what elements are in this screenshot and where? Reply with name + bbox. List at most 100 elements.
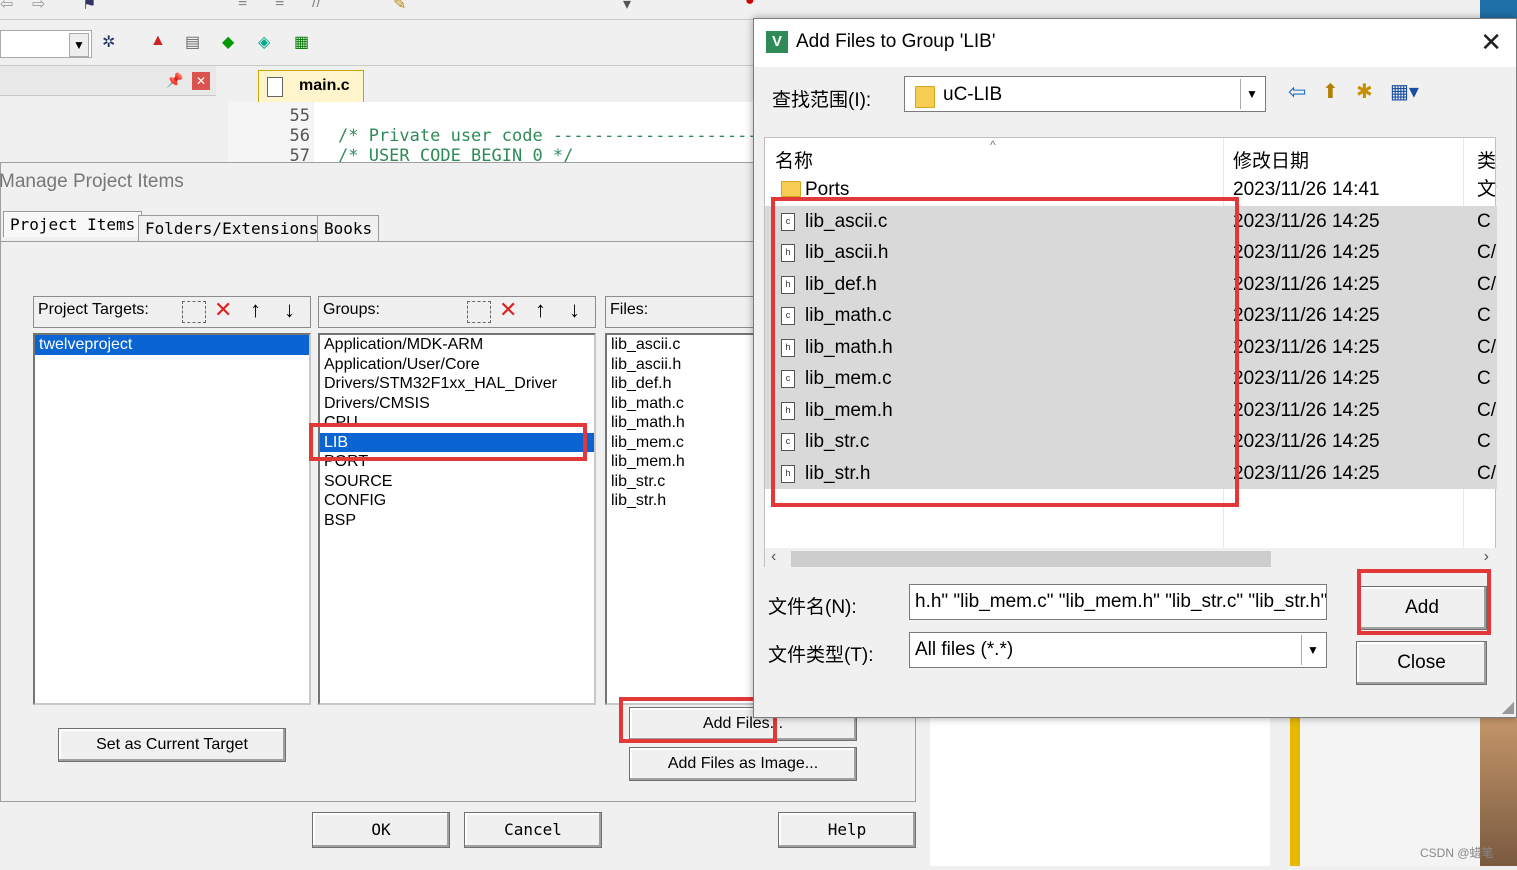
- targets-list[interactable]: twelveproject: [33, 333, 311, 705]
- list-item[interactable]: lib_str.h: [607, 491, 763, 511]
- debug-icon[interactable]: ●: [745, 0, 767, 14]
- new-folder-icon[interactable]: ✱: [1356, 79, 1373, 104]
- file-date: 2023/11/26 14:25: [1233, 462, 1380, 484]
- editor-area[interactable]: 55 56 57 /* Private user code ----------…: [228, 102, 829, 166]
- file-type: C/C++ Header: [1477, 273, 1497, 295]
- horizontal-scrollbar[interactable]: ‹ ›: [765, 548, 1497, 570]
- find-icon[interactable]: ✎: [393, 0, 415, 16]
- add-files-as-image-button[interactable]: Add Files as Image...: [629, 747, 857, 781]
- target-dropdown[interactable]: ▼: [0, 30, 92, 58]
- chevron-down-icon: ▼: [69, 33, 89, 57]
- files-label: Files:: [610, 301, 649, 318]
- file-date: 2023/11/26 14:41: [1233, 179, 1380, 200]
- list-item[interactable]: BSP: [320, 511, 594, 531]
- comment-icon[interactable]: //: [312, 0, 334, 16]
- close-icon[interactable]: ✕: [1480, 27, 1502, 58]
- scroll-right-icon[interactable]: ›: [1484, 548, 1489, 566]
- scroll-left-icon[interactable]: ‹: [771, 548, 776, 566]
- list-item[interactable]: lib_mem.h: [607, 452, 763, 472]
- pin-icon[interactable]: 📌: [166, 72, 183, 89]
- col-header-type[interactable]: 类型: [1477, 146, 1497, 173]
- watermark: CSDN @蜡笔: [1420, 846, 1494, 860]
- dropdown-icon[interactable]: ▾: [623, 0, 645, 16]
- col-header-name[interactable]: 名称: [775, 146, 813, 173]
- look-in-combo[interactable]: uC-LIB ▼: [904, 76, 1266, 112]
- list-item[interactable]: CONFIG: [320, 491, 594, 511]
- list-item[interactable]: SOURCE: [320, 472, 594, 492]
- new-target-icon[interactable]: [182, 301, 206, 323]
- tab-folders-extensions[interactable]: Folders/Extensions: [138, 215, 326, 241]
- new-group-icon[interactable]: [467, 301, 491, 323]
- ok-button[interactable]: OK: [312, 812, 450, 848]
- list-item[interactable]: Application/MDK-ARM: [320, 335, 594, 355]
- set-current-target-button[interactable]: Set as Current Target: [58, 728, 286, 762]
- options-icon[interactable]: ✲: [102, 32, 124, 54]
- chevron-down-icon[interactable]: ▼: [1240, 79, 1263, 109]
- outdent-icon[interactable]: ≡: [275, 0, 297, 16]
- editor-background-right: [930, 718, 1270, 866]
- file-date: 2023/11/26 14:25: [1233, 273, 1380, 295]
- filetype-select[interactable]: All files (*.*) ▼: [909, 632, 1327, 668]
- list-item[interactable]: Application/User/Core: [320, 355, 594, 375]
- move-down-icon[interactable]: ↓: [569, 297, 580, 323]
- keil-logo-icon: V: [766, 31, 788, 53]
- close-pane-icon[interactable]: ✕: [192, 72, 210, 90]
- editor-tab-main[interactable]: main.c: [258, 70, 364, 102]
- col-header-date[interactable]: 修改日期: [1233, 146, 1309, 173]
- chevron-down-icon[interactable]: ▼: [1301, 635, 1324, 665]
- move-down-icon[interactable]: ↓: [284, 297, 295, 323]
- filetype-value: All files (*.*): [915, 639, 1014, 660]
- help-button[interactable]: Help: [778, 812, 916, 848]
- file-type: C Source: [1477, 210, 1497, 232]
- targets-header: Project Targets: ✕ ↑ ↓: [33, 296, 311, 328]
- list-item[interactable]: Drivers/CMSIS: [320, 394, 594, 414]
- list-item[interactable]: lib_math.h: [607, 413, 763, 433]
- cancel-button[interactable]: Cancel: [464, 812, 602, 848]
- view-menu-icon[interactable]: ▦▾: [1390, 79, 1419, 104]
- list-item[interactable]: lib_math.c: [607, 394, 763, 414]
- back-arrow-icon[interactable]: ⇦: [0, 0, 22, 16]
- select-pack-icon[interactable]: ◈: [258, 32, 280, 54]
- list-item[interactable]: lib_str.c: [607, 472, 763, 492]
- bookmark-icon[interactable]: ⚑: [82, 0, 104, 16]
- back-icon[interactable]: ⇦: [1288, 79, 1306, 105]
- delete-target-icon[interactable]: ✕: [214, 297, 232, 323]
- file-date: 2023/11/26 14:25: [1233, 242, 1380, 263]
- add-files-dialog: V Add Files to Group 'LIB' ✕ 查找范围(I): uC…: [753, 18, 1517, 718]
- scroll-thumb[interactable]: [791, 551, 1271, 567]
- pack-installer-icon[interactable]: ◆: [222, 32, 244, 54]
- forward-arrow-icon[interactable]: ⇨: [32, 0, 54, 16]
- line-number: 55: [289, 106, 310, 126]
- move-up-icon[interactable]: ↑: [535, 297, 546, 323]
- file-extensions-icon[interactable]: ▤: [185, 32, 207, 54]
- file-type: C Source: [1477, 368, 1497, 389]
- up-folder-icon[interactable]: ⬆: [1322, 79, 1339, 104]
- tab-books[interactable]: Books: [317, 215, 380, 241]
- targets-label: Project Targets:: [38, 301, 149, 318]
- list-item[interactable]: twelveproject: [35, 335, 309, 355]
- list-item[interactable]: lib_ascii.c: [607, 335, 763, 355]
- delete-group-icon[interactable]: ✕: [499, 297, 517, 323]
- indent-icon[interactable]: ≡: [238, 0, 260, 16]
- resize-grip-icon[interactable]: ◢: [1502, 697, 1514, 717]
- highlight-box-add-button: [1357, 569, 1491, 635]
- manage-components-icon[interactable]: ▲: [150, 32, 172, 54]
- file-type: 文件夹: [1477, 179, 1497, 200]
- list-item[interactable]: Drivers/STM32F1xx_HAL_Driver: [320, 374, 594, 394]
- line-number: 56: [289, 126, 310, 146]
- close-button[interactable]: Close: [1356, 641, 1487, 685]
- file-date: 2023/11/26 14:25: [1233, 305, 1380, 326]
- filename-label: 文件名(N):: [768, 597, 857, 618]
- filename-input[interactable]: h.h" "lib_mem.c" "lib_mem.h" "lib_str.c"…: [909, 584, 1327, 620]
- dialog-title: Add Files to Group 'LIB': [796, 31, 996, 52]
- move-up-icon[interactable]: ↑: [250, 297, 261, 323]
- rte-icon[interactable]: ▦: [294, 32, 316, 54]
- editor-tab-label: main.c: [299, 77, 350, 94]
- list-item[interactable]: lib_mem.c: [607, 433, 763, 453]
- file-type: C Source: [1477, 305, 1497, 326]
- groups-list[interactable]: Application/MDK-ARM Application/User/Cor…: [318, 333, 596, 705]
- list-item[interactable]: lib_ascii.h: [607, 355, 763, 375]
- tab-project-items[interactable]: Project Items: [3, 211, 143, 237]
- files-list[interactable]: lib_ascii.c lib_ascii.h lib_def.h lib_ma…: [605, 333, 765, 705]
- list-item[interactable]: lib_def.h: [607, 374, 763, 394]
